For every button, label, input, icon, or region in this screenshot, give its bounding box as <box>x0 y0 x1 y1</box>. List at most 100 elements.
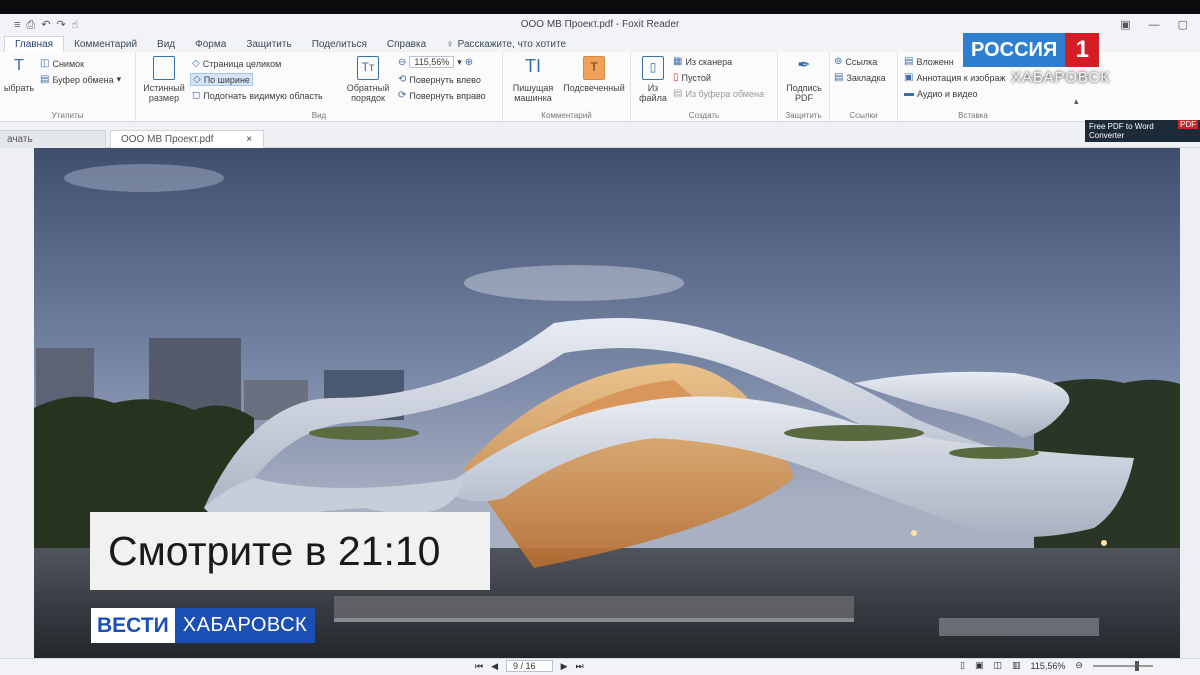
select-text-button[interactable]: T ыбрать <box>2 56 36 93</box>
reverse-order-button[interactable]: Tт Обратный порядок <box>344 56 392 103</box>
next-page-icon[interactable]: ▶ <box>561 661 568 672</box>
attachment-button[interactable]: ▤ Вложенн <box>904 56 954 67</box>
link-label: Ссылка <box>845 56 878 67</box>
fit-width-label: По ширине <box>203 74 250 85</box>
continuous-facing-icon[interactable]: ▥ <box>1012 660 1021 671</box>
group-comment: TI Пишущая машинка T Подсвеченный Коммен… <box>503 52 631 122</box>
clipboard-icon: ▤ <box>673 88 683 99</box>
group-view-label: Вид <box>311 111 327 120</box>
fit-width-icon: ◇ <box>193 74 201 85</box>
promo-caption: Смотрите в 21:10 <box>90 512 490 590</box>
fit-page-button[interactable]: ◇ Страница целиком <box>192 58 281 69</box>
redo-icon[interactable]: ↷ <box>56 14 65 36</box>
rotate-left-button[interactable]: ⟲ Повернуть влево <box>398 74 481 85</box>
status-bar: ⏮ ◀ 9 / 16 ▶ ⏭ ▯ ▣ ◫ ▥ 115,56% ⊖ <box>0 658 1200 675</box>
zoom-slider[interactable] <box>1092 660 1153 671</box>
from-file-button[interactable]: ▯ Из файла <box>635 56 671 103</box>
restore-icon[interactable]: ▣ <box>1120 14 1130 36</box>
select-text-label: ыбрать <box>3 83 35 93</box>
undo-icon[interactable]: ↶ <box>41 14 50 36</box>
bookmark-button[interactable]: ▤ Закладка <box>834 72 886 83</box>
tab-protect[interactable]: Защитить <box>236 37 301 52</box>
actual-size-button[interactable]: Истинный размер <box>142 56 186 103</box>
clipboard-label: Буфер обмена <box>52 74 114 85</box>
maximize-icon[interactable]: ▢ <box>1178 14 1188 36</box>
ad-line-2: Converter <box>1089 131 1125 140</box>
audio-video-label: Аудио и видео <box>917 88 978 99</box>
single-page-icon[interactable]: ▯ <box>960 660 965 671</box>
page-number-input[interactable]: 9 / 16 <box>506 660 553 672</box>
from-scanner-button[interactable]: ▦ Из сканера <box>673 56 732 67</box>
tab-document-label: ООО МВ Проект.pdf <box>121 134 214 145</box>
clipboard-icon: ▤ <box>40 74 50 85</box>
zoom-out-icon[interactable]: ⊖ <box>398 57 406 68</box>
last-page-icon[interactable]: ⏭ <box>575 661 583 672</box>
typewriter-label: Пишущая машинка <box>512 83 554 103</box>
tab-view[interactable]: Вид <box>147 37 185 52</box>
attachment-icon: ▤ <box>904 56 914 67</box>
zoom-input[interactable]: 115,56% <box>409 56 455 68</box>
group-create: ▯ Из файла ▦ Из сканера ▯ Пустой ▤ Из бу… <box>631 52 778 122</box>
app-menu-icon[interactable]: ≡ <box>14 14 20 36</box>
quick-access-toolbar: ≡ ⎙ ↶ ↷ ☝ <box>0 14 78 36</box>
fit-width-button[interactable]: ◇ По ширине <box>190 73 253 86</box>
zoom-in-icon[interactable]: ⊕ <box>465 57 473 68</box>
tab-home[interactable]: Главная <box>4 36 65 52</box>
tell-me-search[interactable]: ♀ Расскажите, что хотите <box>436 37 566 52</box>
highlight-label: Подсвеченный <box>563 83 625 93</box>
ribbon-collapse-icon[interactable]: ▴ <box>1074 96 1079 107</box>
continuous-page-icon[interactable]: ▣ <box>975 660 984 671</box>
tab-start[interactable]: ачать <box>0 130 106 148</box>
typewriter-icon: TI <box>525 56 541 76</box>
snapshot-button[interactable]: ◫ Снимок <box>40 58 84 69</box>
program-city: ХАБАРОВСК <box>174 608 316 643</box>
rotate-left-icon: ⟲ <box>398 74 407 85</box>
tab-document[interactable]: ООО МВ Проект.pdf × <box>110 130 264 148</box>
typewriter-button[interactable]: TI Пишущая машинка <box>507 56 559 103</box>
fit-page-icon: ◇ <box>192 58 200 69</box>
channel-logo-row: РОССИЯ 1 <box>963 33 1113 67</box>
link-button[interactable]: ⊚ Ссылка <box>834 56 877 67</box>
zoom-level[interactable]: 115,56% <box>1031 661 1066 671</box>
snapshot-label: Снимок <box>52 58 85 69</box>
camera-icon: ◫ <box>40 58 50 69</box>
print-icon[interactable]: ⎙ <box>26 14 35 36</box>
first-page-icon[interactable]: ⏮ <box>475 661 483 672</box>
group-comment-label: Комментарий <box>541 111 592 120</box>
close-icon[interactable]: × <box>246 134 252 145</box>
media-icon: ▬ <box>904 88 914 99</box>
sign-pdf-label: Подпись PDF <box>786 83 822 103</box>
blank-button[interactable]: ▯ Пустой <box>673 72 711 83</box>
from-clipboard-button[interactable]: ▤ Из буфера обмена <box>673 88 764 99</box>
tab-comment[interactable]: Комментарий <box>64 37 147 52</box>
sign-pdf-button[interactable]: ✒ Подпись PDF <box>782 56 826 103</box>
pen-icon: ✒ <box>797 57 811 74</box>
fit-visible-button[interactable]: ◻ Подогнать видимую область <box>192 90 323 101</box>
group-tools-label: Утилиты <box>51 111 84 120</box>
from-file-label: Из файла <box>639 83 667 103</box>
blank-label: Пустой <box>681 72 711 83</box>
tab-share[interactable]: Поделиться <box>302 37 377 52</box>
from-clipboard-label: Из буфера обмена <box>685 88 764 99</box>
actual-size-icon <box>153 56 175 80</box>
group-links: ⊚ Ссылка ▤ Закладка Ссылки <box>830 52 898 122</box>
rotate-right-button[interactable]: ⟳ Повернуть вправо <box>398 90 486 101</box>
highlight-button[interactable]: T Подсвеченный <box>561 56 627 93</box>
audio-video-button[interactable]: ▬ Аудио и видео <box>904 88 978 99</box>
chevron-down-icon: ▾ <box>116 74 122 84</box>
facing-page-icon[interactable]: ◫ <box>993 660 1002 671</box>
highlight-icon: T <box>583 56 605 80</box>
tab-help[interactable]: Справка <box>377 37 436 52</box>
tab-form[interactable]: Форма <box>185 37 236 52</box>
chevron-down-icon[interactable]: ▾ <box>457 57 462 68</box>
tell-me-label: Расскажите, что хотите <box>457 39 567 50</box>
clipboard-button[interactable]: ▤ Буфер обмена ▾ <box>40 74 121 85</box>
link-icon: ⊚ <box>834 56 843 67</box>
hand-tool-icon[interactable]: ☝ <box>72 14 79 36</box>
pdf-to-word-ad[interactable]: Free PDF to Word Converter PDF <box>1085 120 1200 142</box>
prev-page-icon[interactable]: ◀ <box>491 661 498 672</box>
minimize-icon[interactable]: — <box>1149 14 1160 36</box>
zoom-out-icon[interactable]: ⊖ <box>1075 660 1083 671</box>
fit-visible-label: Подогнать видимую область <box>203 90 323 101</box>
program-name: ВЕСТИ <box>91 608 175 643</box>
